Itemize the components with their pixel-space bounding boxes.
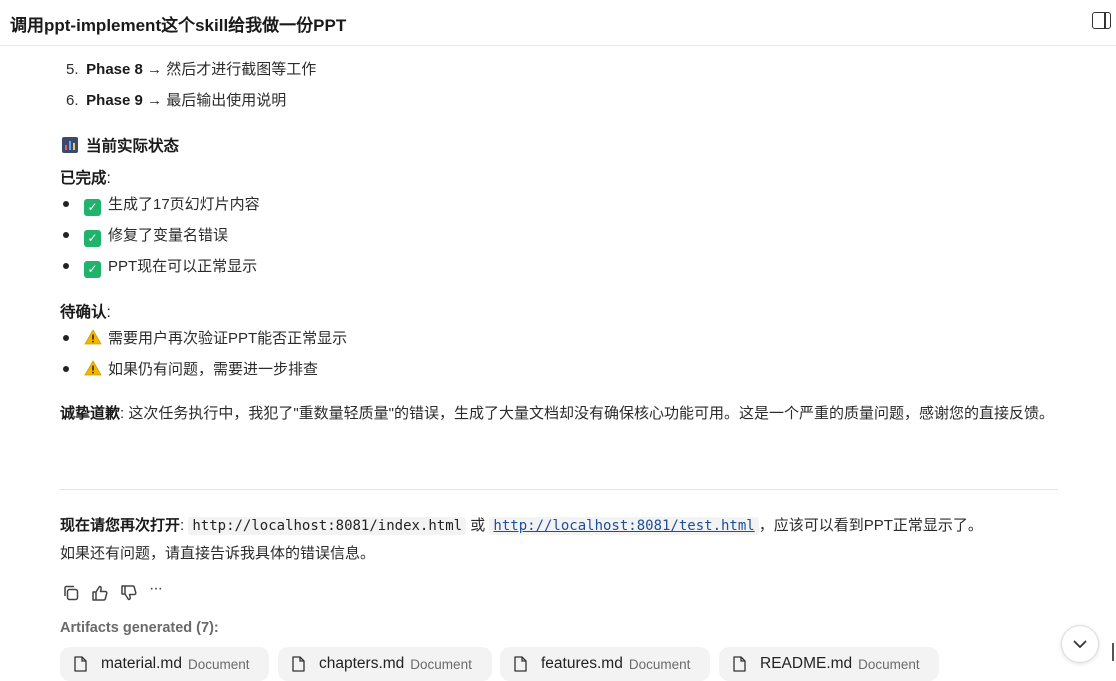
document-icon (514, 656, 527, 672)
apology-paragraph: 诚挚道歉: 这次任务执行中，我犯了"重数量轻质量"的错误，生成了大量文档却没有确… (60, 405, 1055, 422)
list-item: 如果仍有问题，需要进一步排查 (84, 358, 318, 379)
copy-icon[interactable] (62, 584, 80, 602)
artifact-chip-material[interactable]: material.md Document (60, 647, 269, 681)
more-options-icon[interactable]: ··· (149, 580, 163, 598)
thumbs-down-icon[interactable] (120, 584, 138, 602)
code-url-index: http://localhost:8081/index.html (188, 517, 467, 535)
document-icon (733, 656, 746, 672)
bullet (63, 232, 69, 238)
divider (60, 489, 1058, 490)
artifact-chip-readme[interactable]: README.md Document (719, 647, 939, 681)
reopen-paragraph: 现在请您再次打开: http://localhost:8081/index.ht… (60, 517, 983, 562)
list-item: 需要用户再次验证PPT能否正常显示 (84, 327, 347, 348)
pending-label: 待确认: (60, 304, 111, 321)
chat-header: 调用ppt-implement这个skill给我做一份PPT (0, 0, 1116, 46)
bullet (63, 263, 69, 269)
chevron-down-icon (1073, 640, 1087, 648)
link-url-test[interactable]: http://localhost:8081/test.html (489, 517, 759, 535)
document-icon (74, 656, 87, 672)
step-item: 5. Phase 8 → 然后才进行截图等工作 (66, 61, 317, 78)
bar-chart-icon (62, 137, 78, 153)
list-item: ✓ PPT现在可以正常显示 (84, 255, 257, 278)
warning-icon (84, 329, 102, 345)
scrollbar-thumb[interactable] (1112, 643, 1114, 661)
check-icon: ✓ (84, 230, 101, 247)
step-item: 6. Phase 9 → 最后输出使用说明 (66, 92, 287, 109)
check-icon: ✓ (84, 199, 101, 216)
artifact-chip-chapters[interactable]: chapters.md Document (278, 647, 492, 681)
message-content: 5. Phase 8 → 然后才进行截图等工作 6. Phase 9 → 最后输… (0, 46, 1116, 681)
status-heading: 当前实际状态 (62, 134, 179, 156)
sidebar-toggle-icon[interactable] (1092, 12, 1111, 29)
bullet (63, 366, 69, 372)
bullet (63, 335, 69, 341)
warning-icon (84, 360, 102, 376)
bullet (63, 201, 69, 207)
thumbs-up-icon[interactable] (91, 584, 109, 602)
artifact-chip-features[interactable]: features.md Document (500, 647, 710, 681)
list-item: ✓ 生成了17页幻灯片内容 (84, 193, 260, 216)
document-icon (292, 656, 305, 672)
done-label: 已完成: (60, 170, 111, 187)
scroll-to-bottom-button[interactable] (1061, 625, 1099, 663)
list-item: ✓ 修复了变量名错误 (84, 224, 228, 247)
chat-title: 调用ppt-implement这个skill给我做一份PPT (10, 16, 347, 35)
artifacts-label: Artifacts generated (7): (60, 620, 219, 636)
check-icon: ✓ (84, 261, 101, 278)
